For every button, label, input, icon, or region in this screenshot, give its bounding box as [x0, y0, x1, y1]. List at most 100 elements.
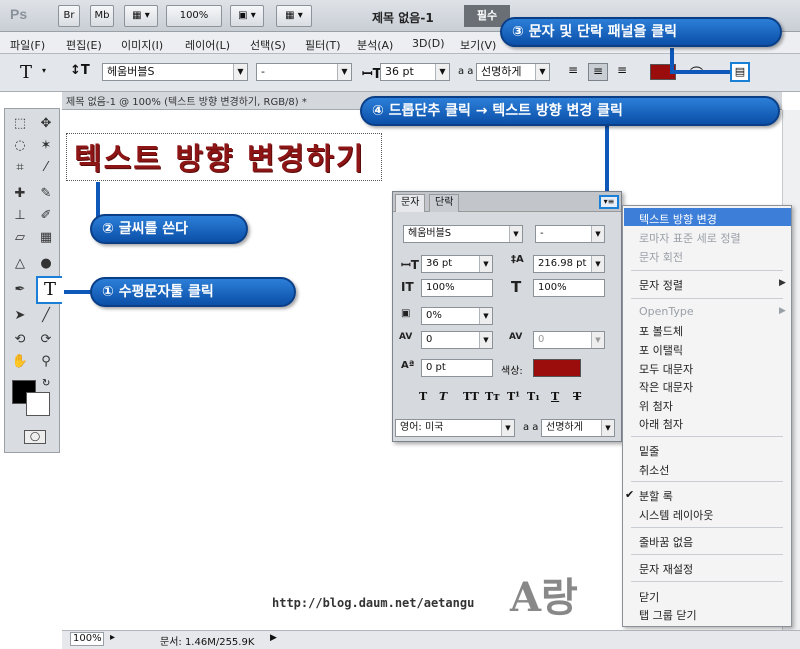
panel-color-swatch[interactable]	[533, 359, 581, 377]
pen-tool-icon[interactable]: ✒	[10, 280, 30, 300]
font-family-select[interactable]: 헤움버블S ▼	[102, 63, 248, 81]
menu-item-change-text-orientation[interactable]: 텍스트 방향 변경	[639, 211, 717, 227]
menu-item-faux-bold[interactable]: 포 볼드체	[639, 323, 683, 339]
panel-vertical-scale-field[interactable]: 100%	[421, 279, 493, 297]
superscript-button[interactable]: T¹	[507, 390, 520, 403]
panel-font-size-select[interactable]: 36 pt ▼	[421, 255, 493, 273]
align-left-icon[interactable]: ≡	[564, 63, 582, 81]
tab-paragraph[interactable]: 단락	[429, 194, 460, 212]
panel-kerning-select[interactable]: 0 ▼	[421, 331, 493, 349]
menu-item-standard-vertical-roman[interactable]: 로마자 표준 세로 정렬	[639, 230, 741, 246]
menu-item-close-tab-group[interactable]: 탭 그룹 닫기	[639, 607, 697, 623]
view-extras-button[interactable]: ▦ ▾	[124, 5, 158, 27]
menu-item-superscript[interactable]: 위 첨자	[639, 398, 673, 414]
horizontal-type-tool-icon[interactable]: T	[36, 276, 64, 304]
text-orientation-icon[interactable]: ↕T	[70, 63, 90, 78]
arrange-documents-button[interactable]: ▣ ▾	[230, 5, 264, 27]
marquee-tool-icon[interactable]: ⬚	[10, 114, 30, 134]
menu-item-rotate-character[interactable]: 문자 회전	[639, 249, 683, 265]
panel-font-style-select[interactable]: - ▼	[535, 225, 605, 243]
eraser-tool-icon[interactable]: ▱	[10, 228, 30, 248]
clone-stamp-tool-icon[interactable]: ⊥	[10, 206, 30, 226]
sample-text-layer[interactable]: 텍스트 방향 변경하기	[74, 134, 365, 178]
panel-font-family-select[interactable]: 헤움버블S ▼	[403, 225, 523, 243]
faux-bold-button[interactable]: T	[419, 390, 427, 403]
lasso-tool-icon[interactable]: ◌	[10, 136, 30, 156]
eyedropper-tool-icon[interactable]: ⁄	[36, 158, 56, 178]
chevron-down-icon[interactable]: ▾	[42, 66, 46, 75]
menu-filter[interactable]: 필터(T)	[305, 37, 341, 53]
move-tool-icon[interactable]: ✥	[36, 114, 56, 134]
callout-connector	[96, 182, 100, 218]
panel-tsume-select[interactable]: 0% ▼	[421, 307, 493, 325]
menu-item-underline[interactable]: 밑줄	[639, 443, 659, 459]
crop-tool-icon[interactable]: ⌗	[10, 158, 30, 178]
zoom-field[interactable]: 100%	[70, 632, 104, 646]
panel-menu-dropdown-icon[interactable]: ▾≡	[599, 195, 619, 209]
shape-tool-icon[interactable]: ╱	[36, 306, 56, 326]
menu-item-faux-italic[interactable]: 포 이탤릭	[639, 342, 683, 358]
menu-item-character-alignment[interactable]: 문자 정렬	[639, 277, 683, 293]
status-arrow-icon[interactable]: ▶	[270, 633, 277, 643]
menu-item-opentype[interactable]: OpenType	[639, 305, 694, 318]
small-caps-button[interactable]: Tт	[485, 390, 500, 403]
history-brush-tool-icon[interactable]: ✐	[36, 206, 56, 226]
tab-character[interactable]: 문자	[395, 194, 426, 212]
magic-wand-tool-icon[interactable]: ✶	[36, 136, 56, 156]
menu-file[interactable]: 파일(F)	[10, 37, 45, 53]
zoom-tool-icon[interactable]: ⚲	[36, 352, 56, 372]
panel-tracking-select[interactable]: 0 ▼	[533, 331, 605, 349]
background-color-swatch[interactable]	[26, 392, 50, 416]
bridge-button[interactable]: Br	[58, 5, 80, 27]
healing-brush-tool-icon[interactable]: ✚	[10, 184, 30, 204]
menu-item-close[interactable]: 닫기	[639, 589, 659, 605]
path-selection-tool-icon[interactable]: ➤	[10, 306, 30, 326]
faux-italic-button[interactable]: T	[439, 390, 447, 403]
gradient-tool-icon[interactable]: ▦	[36, 228, 56, 248]
menu-edit[interactable]: 편집(E)	[66, 37, 102, 53]
zoom-level-dropdown[interactable]: 100%	[166, 5, 222, 27]
menu-item-small-caps[interactable]: 작은 대문자	[639, 379, 693, 395]
quick-mask-icon[interactable]: ◯	[24, 430, 46, 444]
menu-item-all-caps[interactable]: 모두 대문자	[639, 361, 693, 377]
menu-item-system-layout[interactable]: 시스템 레이아웃	[639, 507, 713, 523]
subscript-button[interactable]: T₁	[527, 390, 540, 403]
font-style-select[interactable]: - ▼	[256, 63, 352, 81]
screen-mode-button[interactable]: ▦ ▾	[276, 5, 312, 27]
menu-item-strikethrough[interactable]: 취소선	[639, 462, 669, 478]
dodge-tool-icon[interactable]: ●	[36, 254, 56, 274]
panel-antialias-select[interactable]: 선명하게 ▼	[541, 419, 615, 437]
panel-horizontal-scale-field[interactable]: 100%	[533, 279, 605, 297]
menu-analysis[interactable]: 분석(A)	[357, 37, 393, 53]
align-center-icon[interactable]: ≡	[588, 63, 608, 81]
swap-colors-icon[interactable]: ↻	[42, 378, 50, 389]
status-menu-icon[interactable]: ▸	[110, 632, 115, 643]
brush-tool-icon[interactable]: ✎	[36, 184, 56, 204]
tool-preset-icon[interactable]: T	[20, 62, 32, 83]
menu-item-no-break[interactable]: 줄바꿈 없음	[639, 534, 693, 550]
align-right-icon[interactable]: ≡	[613, 63, 631, 81]
hand-tool-icon[interactable]: ✋	[10, 352, 30, 372]
menu-layer[interactable]: 레이어(L)	[185, 37, 230, 53]
menu-view[interactable]: 보기(V)	[460, 37, 496, 53]
menu-item-fractional-widths[interactable]: 분할 록	[639, 488, 673, 504]
panel-leading-select[interactable]: 216.98 pt ▼	[533, 255, 605, 273]
mini-bridge-button[interactable]: Mb	[90, 5, 114, 27]
panel-language-select[interactable]: 영어: 미국 ▼	[395, 419, 515, 437]
all-caps-button[interactable]: TT	[463, 390, 479, 403]
blur-tool-icon[interactable]: △	[10, 254, 30, 274]
strikethrough-button[interactable]: T	[573, 390, 581, 403]
menu-3d[interactable]: 3D(D)	[412, 37, 445, 50]
underline-button[interactable]: T	[551, 390, 559, 403]
font-size-select[interactable]: 36 pt ▼	[380, 63, 450, 81]
panels-toggle-icon[interactable]: ▤	[730, 62, 750, 82]
menu-select[interactable]: 선택(S)	[250, 37, 286, 53]
document-tab[interactable]: 제목 없음-1 @ 100% (텍스트 방향 변경하기, RGB/8) *	[66, 93, 307, 108]
3d-orbit-tool-icon[interactable]: ⟳	[36, 330, 56, 350]
panel-baseline-field[interactable]: 0 pt	[421, 359, 493, 377]
3d-rotate-tool-icon[interactable]: ⟲	[10, 330, 30, 350]
antialias-select[interactable]: 선명하게 ▼	[476, 63, 550, 81]
menu-image[interactable]: 이미지(I)	[121, 37, 163, 53]
menu-item-reset-character[interactable]: 문자 재설정	[639, 561, 693, 577]
menu-item-subscript[interactable]: 아래 첨자	[639, 416, 683, 432]
